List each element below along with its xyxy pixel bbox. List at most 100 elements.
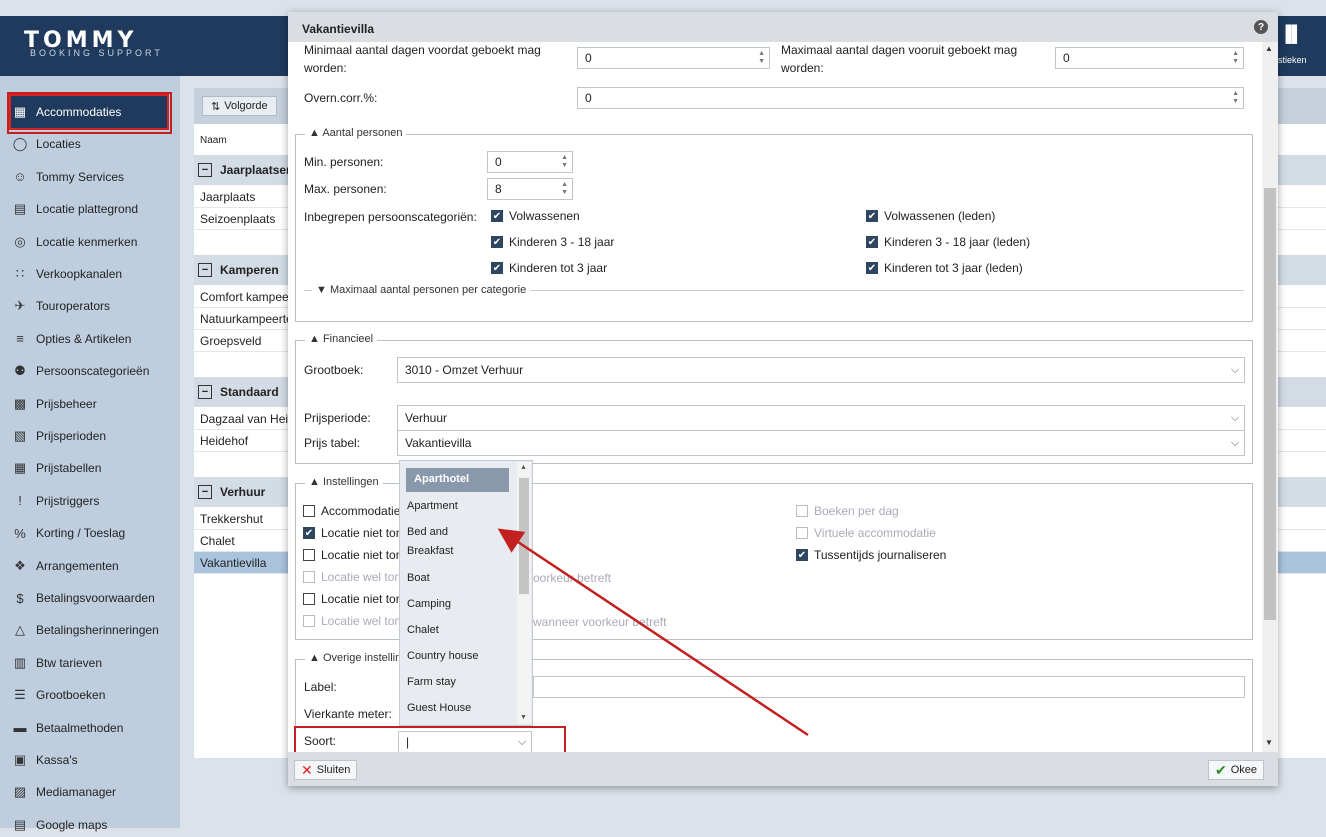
max-persons-input[interactable]: 8 ▲ ▼ <box>487 178 573 200</box>
sidebar-item[interactable]: ⚉ Persoonscategorieën <box>10 359 149 383</box>
checkbox[interactable]: ✔ <box>303 527 315 539</box>
setting-checkbox[interactable]: ✔ Tussentijds journaliseren <box>796 548 946 562</box>
sidebar-item[interactable]: ✈ Touroperators <box>10 294 111 318</box>
dropdown-option[interactable]: Boat <box>407 569 507 587</box>
overn-corr-input[interactable]: 0 ▲ ▼ <box>577 87 1244 109</box>
dropdown-option[interactable]: Country house <box>407 647 507 665</box>
chevron-down-icon[interactable]: ⌵ <box>1226 358 1244 382</box>
sidebar-item[interactable]: ▨ Mediamanager <box>10 780 116 804</box>
sidebar-item[interactable]: % Korting / Toeslag <box>10 521 125 545</box>
dropdown-scroll-down-icon[interactable]: ▼ <box>520 714 527 721</box>
dropdown-option-selected[interactable]: Aparthotel <box>406 468 509 492</box>
checkbox[interactable] <box>796 505 808 517</box>
scroll-down-arrow-icon[interactable]: ▼ <box>1265 738 1273 747</box>
modal-scrollbar-thumb[interactable] <box>1264 188 1276 620</box>
checkbox[interactable]: ✔ <box>866 262 878 274</box>
person-category-checkbox[interactable]: ✔ Volwassenen <box>491 209 580 223</box>
sidebar-item[interactable]: ◎ Locatie kenmerken <box>10 230 137 254</box>
scroll-up-arrow-icon[interactable]: ▲ <box>1265 44 1273 53</box>
checkbox[interactable]: ✔ <box>491 236 503 248</box>
sidebar-item[interactable]: ❖ Arrangementen <box>10 554 119 578</box>
checkbox[interactable] <box>796 527 808 539</box>
max-days-input[interactable]: 0 ▲ ▼ <box>1055 47 1244 69</box>
persons-legend[interactable]: ▲ Aantal personen <box>305 127 407 139</box>
sidebar-item[interactable]: ◯ Locaties <box>10 132 81 156</box>
checkbox[interactable] <box>303 571 315 583</box>
dropdown-option[interactable]: Camping <box>407 595 507 613</box>
sidebar-item[interactable]: $ Betalingsvoorwaarden <box>10 586 154 610</box>
statistics-link[interactable]: istieken <box>1276 55 1307 65</box>
checkbox[interactable] <box>303 615 315 627</box>
sidebar-item[interactable]: ▣ Kassa's <box>10 748 78 772</box>
sidebar-item[interactable]: ▩ Prijsbeheer <box>10 392 97 416</box>
sidebar-item[interactable]: ▦ Prijstabellen <box>10 456 102 480</box>
sidebar-item[interactable]: ▬ Betaalmethoden <box>10 716 124 740</box>
collapse-group-icon[interactable]: − <box>198 263 212 277</box>
prijsperiode-select[interactable]: Verhuur ⌵ <box>397 405 1245 431</box>
dropdown-option[interactable]: Chalet <box>407 621 507 639</box>
setting-checkbox[interactable]: Locatie wel ton <box>303 614 401 628</box>
sidebar-item[interactable]: ▤ Locatie plattegrond <box>10 197 138 221</box>
checkbox[interactable] <box>303 593 315 605</box>
checkbox[interactable]: ✔ <box>491 210 503 222</box>
collapse-group-icon[interactable]: − <box>198 385 212 399</box>
close-button[interactable]: ✕ Sluiten <box>294 760 358 780</box>
sidebar-item[interactable]: ∷ Verkoopkanalen <box>10 262 122 286</box>
setting-checkbox[interactable]: ✔ Locatie niet ton <box>303 526 402 540</box>
person-category-checkbox[interactable]: ✔ Kinderen 3 - 18 jaar <box>491 235 614 249</box>
checkbox[interactable]: ✔ <box>491 262 503 274</box>
setting-checkbox[interactable]: Locatie niet ton <box>303 592 402 606</box>
bar-chart-icon[interactable]: ▐▌ <box>1280 26 1303 44</box>
other-settings-legend[interactable]: ▲ Overige instellin <box>305 652 406 664</box>
checkbox[interactable]: ✔ <box>866 210 878 222</box>
setting-checkbox[interactable]: Accommodatie <box>303 504 400 518</box>
checkbox[interactable]: ✔ <box>866 236 878 248</box>
max-per-category-legend[interactable]: ▼ Maximaal aantal personen per categorie <box>312 284 531 296</box>
column-header-name[interactable]: Naam <box>200 132 227 150</box>
person-category-member-checkbox[interactable]: ✔ Volwassenen (leden) <box>866 209 995 223</box>
spinner-icon[interactable]: ▲ ▼ <box>1232 50 1239 66</box>
spinner-icon[interactable]: ▲ ▼ <box>561 154 568 170</box>
dropdown-option[interactable]: Breakfast <box>407 542 507 560</box>
setting-checkbox[interactable]: Locatie niet ton <box>303 548 402 562</box>
sidebar-item[interactable]: △ Betalingsherinneringen <box>10 618 159 642</box>
sidebar-item[interactable]: ≡ Opties & Artikelen <box>10 327 131 351</box>
sidebar-item[interactable]: ☰ Grootboeken <box>10 683 105 707</box>
chevron-down-icon[interactable]: ⌵ <box>1226 406 1244 430</box>
setting-checkbox[interactable]: Virtuele accommodatie <box>796 526 936 540</box>
min-days-input[interactable]: 0 ▲ ▼ <box>577 47 770 69</box>
checkbox[interactable] <box>303 549 315 561</box>
help-icon[interactable]: ? <box>1254 20 1268 34</box>
dropdown-scrollbar-thumb[interactable] <box>519 478 529 594</box>
spinner-icon[interactable]: ▲ ▼ <box>758 50 765 66</box>
spinner-icon[interactable]: ▲ ▼ <box>561 181 568 197</box>
dropdown-option[interactable]: Farm stay <box>407 673 507 691</box>
ok-button[interactable]: ✔ Okee <box>1208 760 1265 780</box>
sort-order-button[interactable]: ⇅ Volgorde <box>202 96 277 116</box>
sidebar-item[interactable]: ▥ Btw tarieven <box>10 651 102 675</box>
min-persons-input[interactable]: 0 ▲ ▼ <box>487 151 573 173</box>
setting-checkbox[interactable]: Locatie wel ton <box>303 570 401 584</box>
settings-legend[interactable]: ▲ Instellingen <box>305 476 383 488</box>
sidebar-item[interactable]: ☺ Tommy Services <box>10 165 124 189</box>
dropdown-scroll-up-icon[interactable]: ▲ <box>520 464 527 471</box>
chevron-down-icon[interactable]: ⌵ <box>1226 431 1244 455</box>
dropdown-option[interactable]: Bed and <box>407 523 507 541</box>
label-input[interactable] <box>533 676 1245 698</box>
collapse-group-icon[interactable]: − <box>198 163 212 177</box>
prijstabel-select[interactable]: Vakantievilla ⌵ <box>397 430 1245 456</box>
collapse-group-icon[interactable]: − <box>198 485 212 499</box>
financial-legend[interactable]: ▲ Financieel <box>305 333 378 345</box>
setting-checkbox[interactable]: Boeken per dag <box>796 504 899 518</box>
sidebar-item[interactable]: ▤ Google maps <box>10 813 108 837</box>
dropdown-option[interactable]: Apartment <box>407 497 507 515</box>
spinner-icon[interactable]: ▲ ▼ <box>1232 90 1239 106</box>
person-category-checkbox[interactable]: ✔ Kinderen tot 3 jaar <box>491 261 607 275</box>
sidebar-item[interactable]: ▧ Prijsperioden <box>10 424 106 448</box>
dropdown-option[interactable]: Guest House <box>407 699 507 717</box>
checkbox[interactable] <box>303 505 315 517</box>
grootboek-select[interactable]: 3010 - Omzet Verhuur ⌵ <box>397 357 1245 383</box>
person-category-member-checkbox[interactable]: ✔ Kinderen tot 3 jaar (leden) <box>866 261 1023 275</box>
sidebar-item[interactable]: ! Prijstriggers <box>10 489 99 513</box>
checkbox[interactable]: ✔ <box>796 549 808 561</box>
